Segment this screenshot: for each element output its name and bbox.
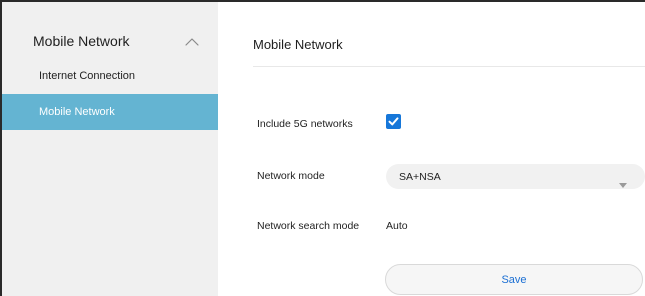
sidebar-item-internet-connection[interactable]: Internet Connection	[2, 59, 218, 93]
page-title: Mobile Network	[253, 37, 343, 52]
network-mode-label: Network mode	[257, 170, 325, 182]
title-divider	[253, 66, 645, 67]
sidebar: Mobile Network Internet Connection Mobil…	[2, 2, 218, 296]
network-search-mode-value: Auto	[386, 220, 408, 232]
save-button[interactable]: Save	[385, 264, 643, 295]
network-search-mode-label: Network search mode	[257, 220, 360, 232]
include-5g-label: Include 5G networks	[257, 118, 353, 130]
save-button-label: Save	[501, 274, 527, 286]
network-mode-value: SA+NSA	[399, 171, 441, 183]
sidebar-section-header[interactable]: Mobile Network	[2, 26, 218, 56]
checkmark-icon	[388, 117, 399, 126]
network-mode-select[interactable]: SA+NSA	[386, 164, 645, 189]
sidebar-item-mobile-network[interactable]: Mobile Network	[2, 94, 218, 130]
main-panel: Mobile Network Include 5G networks Netwo…	[218, 2, 645, 296]
chevron-up-icon[interactable]	[185, 35, 199, 46]
settings-screen: Mobile Network Internet Connection Mobil…	[0, 0, 645, 296]
sidebar-item-label: Mobile Network	[39, 106, 115, 118]
sidebar-item-label: Internet Connection	[39, 70, 136, 82]
caret-down-icon	[619, 175, 627, 193]
sidebar-section-title: Mobile Network	[33, 33, 130, 49]
include-5g-checkbox[interactable]	[386, 114, 401, 129]
